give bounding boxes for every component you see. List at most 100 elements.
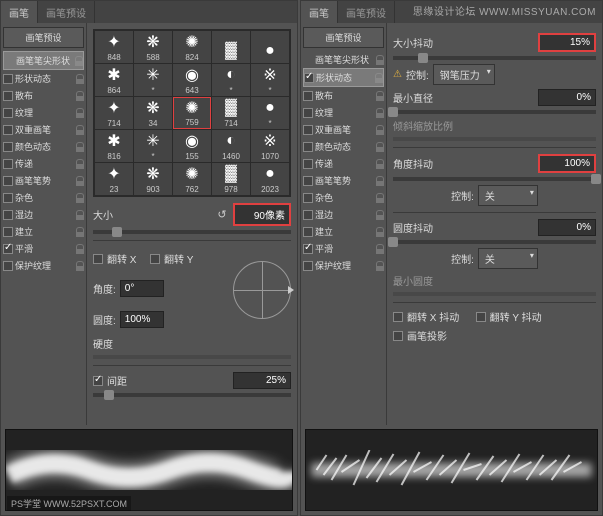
side-checkbox[interactable] [303,261,313,271]
brush-cell[interactable]: ✱864 [95,64,133,96]
side-item-8[interactable]: 杂色 [303,189,384,206]
side-checkbox[interactable] [3,142,13,152]
side-checkbox[interactable] [3,261,13,271]
side-checkbox[interactable] [303,108,313,118]
side-item-10[interactable]: 建立 [303,223,384,240]
size-jitter-input[interactable]: 15% [538,33,596,52]
side-item-7[interactable]: 画笔笔势 [303,172,384,189]
side-item-9[interactable]: 湿边 [3,206,84,223]
side-checkbox[interactable] [3,125,13,135]
side-checkbox[interactable] [3,176,13,186]
tab-brush[interactable]: 画笔 [1,1,38,23]
brush-cell[interactable]: ❋34 [134,97,172,129]
brush-cell[interactable]: ✳* [134,64,172,96]
side-checkbox[interactable] [303,142,313,152]
side-item-11[interactable]: 平滑 [3,240,84,257]
side-checkbox[interactable] [3,227,13,237]
brush-cell[interactable]: ❋903 [134,163,172,195]
angle-jitter-input[interactable]: 100% [538,154,596,173]
spacing-input[interactable]: 25% [233,372,291,389]
spacing-slider[interactable] [93,393,291,397]
flip-x-jitter-checkbox[interactable] [393,312,403,322]
control-off-select-2[interactable]: 关 [478,248,538,269]
min-diameter-slider[interactable] [393,110,596,114]
control-off-select[interactable]: 关 [478,185,538,206]
brush-cell[interactable]: ❋588 [134,31,172,63]
side-item-7[interactable]: 画笔笔势 [3,172,84,189]
side-item-9[interactable]: 湿边 [303,206,384,223]
brush-cell[interactable]: ※1070 [251,130,289,162]
angle-jitter-slider[interactable] [393,177,596,181]
side-item-1[interactable]: 形状动态 [303,68,384,87]
side-checkbox[interactable] [303,125,313,135]
side-item-10[interactable]: 建立 [3,223,84,240]
side-checkbox[interactable] [303,193,313,203]
side-item-2[interactable]: 散布 [3,87,84,104]
tab-brush-presets-r[interactable]: 画笔预设 [338,1,395,23]
min-diameter-input[interactable]: 0% [538,89,596,106]
flip-y-jitter-checkbox[interactable] [476,312,486,322]
angle-input[interactable]: 0° [120,280,164,297]
side-item-5[interactable]: 颜色动态 [3,138,84,155]
side-item-4[interactable]: 双重画笔 [3,121,84,138]
side-checkbox[interactable] [3,108,13,118]
brush-presets-button[interactable]: 画笔预设 [3,27,84,48]
round-jitter-slider[interactable] [393,240,596,244]
side-item-6[interactable]: 传递 [3,155,84,172]
side-checkbox[interactable] [303,176,313,186]
flip-x-checkbox[interactable] [93,254,103,264]
side-checkbox[interactable] [3,159,13,169]
side-item-0[interactable]: 画笔笔尖形状 [303,51,384,68]
control-pen-select[interactable]: 钢笔压力 [433,64,495,85]
side-item-4[interactable]: 双重画笔 [303,121,384,138]
side-checkbox[interactable] [303,159,313,169]
brush-cell[interactable]: ✺759 [173,97,211,129]
side-item-3[interactable]: 纹理 [3,104,84,121]
brush-projection-checkbox[interactable] [393,331,403,341]
size-jitter-slider[interactable] [393,56,596,60]
brush-cell[interactable]: ◐1460 [212,130,250,162]
side-item-2[interactable]: 散布 [303,87,384,104]
brush-cell[interactable]: ✺824 [173,31,211,63]
brush-cell[interactable]: ◉155 [173,130,211,162]
brush-cell[interactable]: ● [251,31,289,63]
side-item-0[interactable]: 画笔笔尖形状 [3,51,84,70]
brush-cell[interactable]: ▓714 [212,97,250,129]
side-item-1[interactable]: 形状动态 [3,70,84,87]
brush-cell[interactable]: ✺762 [173,163,211,195]
brush-cell[interactable]: ●2023 [251,163,289,195]
brush-cell[interactable]: ▓978 [212,163,250,195]
tab-brush-r[interactable]: 画笔 [301,1,338,23]
brush-cell[interactable]: ◉643 [173,64,211,96]
brush-presets-button-r[interactable]: 画笔预设 [303,27,384,48]
spacing-checkbox[interactable] [93,376,103,386]
size-input[interactable]: 90像素 [233,203,291,226]
flip-y-checkbox[interactable] [150,254,160,264]
side-checkbox[interactable] [304,73,314,83]
side-checkbox[interactable] [3,74,13,84]
brush-cell[interactable]: ※* [251,64,289,96]
roundness-input[interactable]: 100% [120,311,164,328]
side-checkbox[interactable] [303,244,313,254]
side-checkbox[interactable] [303,210,313,220]
side-item-8[interactable]: 杂色 [3,189,84,206]
side-item-11[interactable]: 平滑 [303,240,384,257]
brush-cell[interactable]: ◐* [212,64,250,96]
brush-cell[interactable]: ✦848 [95,31,133,63]
round-jitter-input[interactable]: 0% [538,219,596,236]
side-item-6[interactable]: 传递 [303,155,384,172]
side-checkbox[interactable] [303,227,313,237]
side-checkbox[interactable] [3,91,13,101]
brush-cell[interactable]: ✳* [134,130,172,162]
brush-cell[interactable]: ✱816 [95,130,133,162]
size-slider[interactable] [93,230,291,234]
brush-grid[interactable]: ✦848❋588✺824▓●✱864✳*◉643◐*※*✦714❋34✺759▓… [93,29,291,197]
tab-brush-presets[interactable]: 画笔预设 [38,1,95,23]
side-item-5[interactable]: 颜色动态 [303,138,384,155]
brush-cell[interactable]: ●* [251,97,289,129]
side-checkbox[interactable] [3,244,13,254]
brush-cell[interactable]: ▓ [212,31,250,63]
brush-cell[interactable]: ✦23 [95,163,133,195]
reset-size-icon[interactable]: ↺ [215,208,229,222]
side-item-3[interactable]: 纹理 [303,104,384,121]
